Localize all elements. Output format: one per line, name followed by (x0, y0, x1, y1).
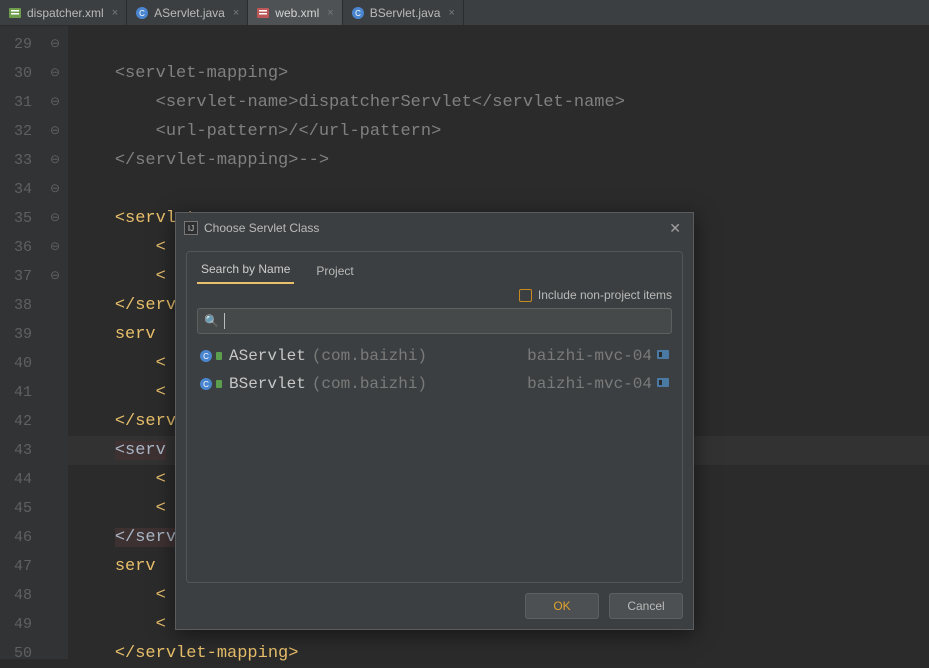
result-list: C AServlet (com.baizhi) baizhi-mvc-04 C BSe… (187, 340, 682, 400)
line-number: 48 (0, 581, 42, 610)
xml-file-icon (8, 6, 22, 20)
dialog-titlebar: IJ Choose Servlet Class ✕ (176, 213, 693, 243)
code-line[interactable] (68, 175, 929, 204)
svg-text:C: C (203, 352, 209, 361)
module-icon (656, 347, 670, 366)
line-number: 32 (0, 117, 42, 146)
fold-toggle[interactable]: ⊖ (42, 59, 68, 88)
fold-toggle[interactable]: ⊖ (42, 30, 68, 59)
editor-tab[interactable]: C BServlet.java × (343, 0, 464, 25)
dialog-title-text: Choose Servlet Class (204, 221, 319, 235)
tab-close-icon[interactable]: × (233, 7, 239, 19)
intellij-icon: IJ (184, 221, 198, 235)
java-file-icon: C (135, 6, 149, 20)
result-package: (com.baizhi) (312, 347, 427, 365)
fold-toggle[interactable]: ⊖ (42, 117, 68, 146)
search-input-wrapper[interactable]: 🔍 (197, 308, 672, 334)
text-caret (224, 313, 225, 329)
fold-toggle[interactable]: ⊖ (42, 146, 68, 175)
code-line[interactable]: </servlet-mapping>--> (68, 146, 929, 175)
class-icon: C (199, 349, 223, 363)
line-number: 33 (0, 146, 42, 175)
search-input[interactable] (223, 314, 665, 329)
line-number-gutter: 2930313233343536373839404142434445464748… (0, 26, 42, 659)
line-number: 44 (0, 465, 42, 494)
tab-search-by-name[interactable]: Search by Name (197, 258, 294, 284)
svg-text:C: C (139, 9, 145, 18)
code-line[interactable]: <servlet-name>dispatcherServlet</servlet… (68, 88, 929, 117)
line-number: 46 (0, 523, 42, 552)
line-number: 34 (0, 175, 42, 204)
line-number: 40 (0, 349, 42, 378)
tab-close-icon[interactable]: × (112, 7, 118, 19)
close-icon[interactable]: ✕ (665, 218, 685, 239)
dialog-body: Search by Name Project Include non-proje… (176, 243, 693, 583)
class-icon: C (199, 377, 223, 391)
fold-toggle[interactable]: ⊖ (42, 204, 68, 233)
webxml-file-icon (256, 6, 270, 20)
fold-toggle[interactable]: ⊖ (42, 88, 68, 117)
line-number: 43 (0, 436, 42, 465)
svg-text:C: C (203, 380, 209, 389)
module-icon (656, 375, 670, 394)
result-class-name: BServlet (229, 375, 306, 393)
line-number: 42 (0, 407, 42, 436)
editor-tab-bar: dispatcher.xml×CAServlet.java×web.xml×CB… (0, 0, 929, 26)
cancel-button[interactable]: Cancel (609, 593, 683, 619)
line-number: 50 (0, 639, 42, 668)
line-number: 36 (0, 233, 42, 262)
fold-toggle[interactable]: ⊖ (42, 175, 68, 204)
result-package: (com.baizhi) (312, 375, 427, 393)
include-nonproject-label: Include non-project items (538, 288, 672, 302)
code-line[interactable]: <url-pattern>/</url-pattern> (68, 117, 929, 146)
line-number: 31 (0, 88, 42, 117)
tab-close-icon[interactable]: × (448, 7, 454, 19)
line-number: 41 (0, 378, 42, 407)
tab-label: BServlet.java (370, 6, 441, 20)
line-number: 47 (0, 552, 42, 581)
search-icon: 🔍 (204, 314, 219, 328)
line-number: 29 (0, 30, 42, 59)
tab-label: AServlet.java (154, 6, 225, 20)
editor-tab[interactable]: C AServlet.java × (127, 0, 248, 25)
code-line[interactable]: <servlet-mapping> (68, 59, 929, 88)
line-number: 39 (0, 320, 42, 349)
tab-project[interactable]: Project (312, 260, 357, 284)
line-number: 49 (0, 610, 42, 639)
result-module: baizhi-mvc-04 (527, 347, 670, 366)
ok-button[interactable]: OK (525, 593, 599, 619)
result-class-name: AServlet (229, 347, 306, 365)
code-line[interactable] (68, 30, 929, 59)
tab-label: web.xml (275, 6, 319, 20)
include-nonproject-checkbox[interactable] (519, 289, 532, 302)
code-line[interactable]: </servlet-mapping> (68, 639, 929, 668)
editor-tab[interactable]: dispatcher.xml × (0, 0, 127, 25)
tab-close-icon[interactable]: × (327, 7, 333, 19)
result-item[interactable]: C AServlet (com.baizhi) baizhi-mvc-04 (197, 342, 672, 370)
line-number: 38 (0, 291, 42, 320)
line-number: 30 (0, 59, 42, 88)
fold-toggle[interactable]: ⊖ (42, 262, 68, 291)
result-item[interactable]: C BServlet (com.baizhi) baizhi-mvc-04 (197, 370, 672, 398)
svg-text:C: C (355, 9, 361, 18)
java-file-icon: C (351, 6, 365, 20)
result-module: baizhi-mvc-04 (527, 375, 670, 394)
line-number: 45 (0, 494, 42, 523)
fold-toggle[interactable]: ⊖ (42, 233, 68, 262)
choose-servlet-dialog: IJ Choose Servlet Class ✕ Search by Name… (175, 212, 694, 630)
line-number: 35 (0, 204, 42, 233)
tab-label: dispatcher.xml (27, 6, 104, 20)
fold-column: ⊖⊖⊖⊖⊖⊖⊖⊖⊖ (42, 26, 68, 659)
dialog-tab-row: Search by Name Project (187, 252, 682, 284)
line-number: 37 (0, 262, 42, 291)
editor-tab[interactable]: web.xml × (248, 0, 342, 25)
